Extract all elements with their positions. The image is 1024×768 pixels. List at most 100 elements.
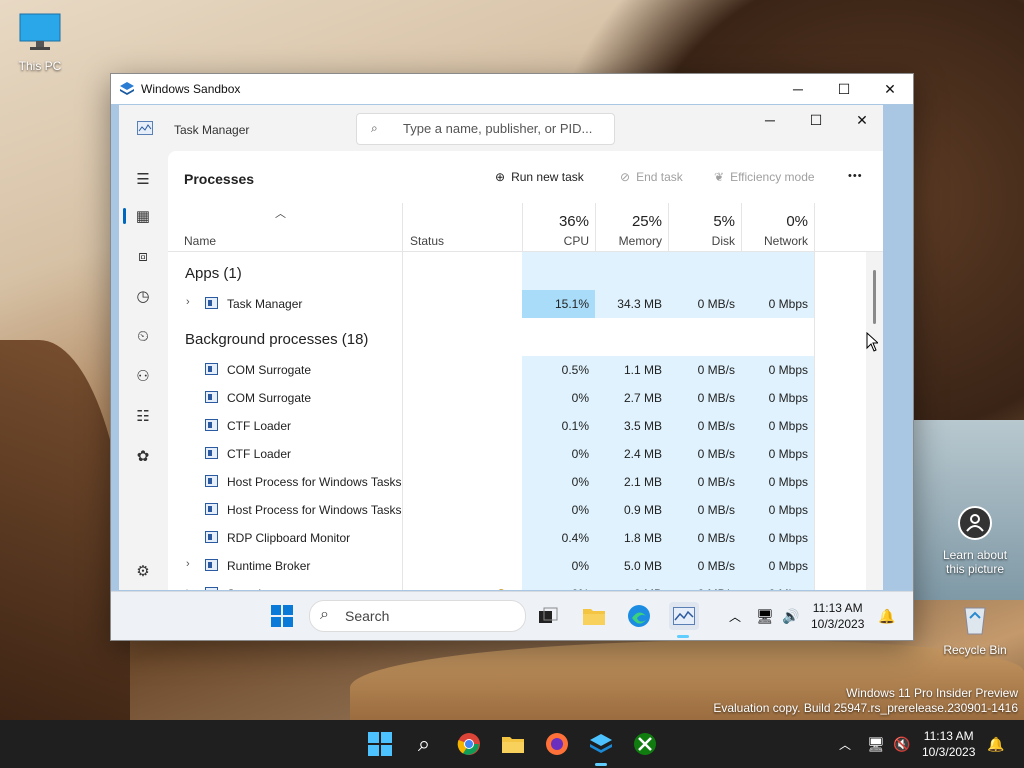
- background-process-row[interactable]: RDP Clipboard Monitor 0.4% 1.8 MB 0 MB/s 0 M…: [168, 524, 883, 552]
- network-column-header[interactable]: 0% Network: [741, 203, 814, 251]
- process-name: CTF Loader: [227, 447, 292, 461]
- sandbox-maximize-button[interactable]: ☐: [821, 74, 867, 104]
- sandbox-titlebar[interactable]: Windows Sandbox ─ ☐ ✕: [111, 74, 913, 104]
- disk-column-header[interactable]: 5% Disk: [668, 203, 741, 251]
- process-disk-cell: 0 MB/s: [668, 552, 741, 580]
- background-group-header: Background processes (18): [185, 331, 369, 348]
- network-status-icon[interactable]: 🖥: [751, 602, 779, 630]
- search-icon[interactable]: ⌕: [410, 730, 438, 758]
- background-process-row[interactable]: Host Process for Windows Tasks 0% 0.9 MB 0 …: [168, 496, 883, 524]
- process-name: Runtime Broker: [227, 559, 311, 573]
- background-process-row[interactable]: › Search 0%0 MB0 MB/s0 Mbps ◍: [168, 580, 883, 590]
- expand-chevron-icon[interactable]: ›: [186, 586, 190, 590]
- sandbox-app-icon: [119, 81, 135, 100]
- app-history-nav-icon[interactable]: ◷: [127, 280, 159, 312]
- end-task-button[interactable]: ⊘ End task: [620, 170, 683, 184]
- tm-close-button[interactable]: ✕: [839, 105, 885, 135]
- chevron-up-icon[interactable]: ︿: [831, 730, 859, 758]
- settings-nav-icon[interactable]: ⚙: [127, 555, 159, 587]
- file-explorer-icon[interactable]: [580, 602, 608, 630]
- vertical-scrollbar[interactable]: [866, 252, 883, 590]
- task-view-icon[interactable]: [534, 602, 562, 630]
- task-manager-taskbar-icon[interactable]: [669, 602, 699, 638]
- process-icon: [205, 419, 218, 431]
- run-new-task-button[interactable]: ⊕ Run new task: [495, 170, 584, 184]
- volume-icon[interactable]: 🔊: [777, 602, 805, 630]
- process-mem-cell: 1.8 MB: [595, 524, 668, 552]
- notification-bell-icon[interactable]: 🔔: [873, 602, 901, 630]
- chrome-icon[interactable]: [455, 730, 483, 758]
- sandbox-start-button[interactable]: [268, 602, 296, 630]
- name-column-header[interactable]: Name: [184, 234, 216, 248]
- cpu-column-header[interactable]: 36% CPU: [522, 203, 595, 251]
- process-disk-cell: 0 MB/s: [668, 384, 741, 412]
- windows-sandbox-taskbar-icon[interactable]: [587, 730, 615, 766]
- efficiency-mode-button[interactable]: ❦ Efficiency mode: [714, 170, 815, 184]
- sandbox-search-label: Search: [345, 608, 390, 624]
- process-net-cell: 0 Mbps: [741, 580, 814, 590]
- volume-muted-icon[interactable]: 🔇: [888, 730, 916, 758]
- memory-column-header[interactable]: 25% Memory: [595, 203, 668, 251]
- process-cpu-cell: 0%: [522, 496, 595, 524]
- tm-search-input[interactable]: ⌕ Type a name, publisher, or PID...: [356, 113, 615, 145]
- tm-titlebar[interactable]: Task Manager ⌕ Type a name, publisher, o…: [119, 105, 883, 151]
- more-options-button[interactable]: •••: [848, 170, 863, 182]
- process-mem-cell: 2.4 MB: [595, 440, 668, 468]
- chevron-up-icon[interactable]: ︿: [721, 602, 749, 630]
- watermark-line1: Windows 11 Pro Insider Preview: [846, 686, 1018, 700]
- process-cpu-cell: 0%: [522, 440, 595, 468]
- evaluation-watermark: Windows 11 Pro Insider Preview Evaluatio…: [713, 686, 1018, 716]
- edge-browser-icon[interactable]: [625, 602, 653, 630]
- learn-picture-label: Learn about this picture: [942, 548, 1008, 576]
- performance-nav-icon[interactable]: ⧈: [127, 240, 159, 272]
- background-process-row[interactable]: › Runtime Broker 0% 5.0 MB 0 MB/s 0 Mbps: [168, 552, 883, 580]
- process-disk-cell: 0 MB/s: [668, 524, 741, 552]
- xbox-icon[interactable]: [631, 730, 659, 758]
- background-process-row[interactable]: COM Surrogate 0.5% 1.1 MB 0 MB/s 0 Mbps: [168, 356, 883, 384]
- process-icon: [205, 587, 218, 590]
- network-status-icon[interactable]: 🖥: [862, 730, 890, 758]
- tm-minimize-button[interactable]: ─: [747, 105, 793, 135]
- sandbox-close-button[interactable]: ✕: [867, 74, 913, 104]
- end-task-label: End task: [636, 170, 683, 184]
- notification-bell-icon[interactable]: 🔔: [982, 730, 1010, 758]
- status-column-header[interactable]: Status: [402, 203, 522, 251]
- expand-chevron-icon[interactable]: ›: [186, 558, 190, 570]
- process-cpu-cell: 0%: [522, 580, 595, 590]
- hamburger-menu-icon[interactable]: ☰: [127, 163, 159, 195]
- app-process-row[interactable]: › Task Manager 15.1% 34.3 MB 0 MB/s 0 Mbps: [168, 290, 883, 318]
- process-net-cell: 0 Mbps: [741, 552, 814, 580]
- tm-maximize-button[interactable]: ☐: [793, 105, 839, 135]
- task-manager-app-icon: [137, 121, 153, 138]
- learn-picture-desktop-icon[interactable]: Learn about this picture: [935, 505, 1015, 576]
- extra-column-header: [814, 203, 883, 251]
- processes-page: Processes ⊕ Run new task ⊘ End task ❦ Ef…: [168, 151, 883, 590]
- services-nav-icon[interactable]: ✿: [127, 440, 159, 472]
- process-name: COM Surrogate: [227, 363, 312, 377]
- background-process-row[interactable]: CTF Loader 0% 2.4 MB 0 MB/s 0 Mbps: [168, 440, 883, 468]
- background-process-row[interactable]: COM Surrogate 0% 2.7 MB 0 MB/s 0 Mbps: [168, 384, 883, 412]
- memory-column-label: Memory: [618, 234, 662, 248]
- command-bar: Processes ⊕ Run new task ⊘ End task ❦ Ef…: [168, 151, 883, 203]
- sandbox-taskbar-search[interactable]: ⌕ Search: [309, 600, 526, 632]
- processes-nav-icon[interactable]: ▦: [127, 200, 159, 232]
- host-time: 11:13 AM: [923, 729, 974, 743]
- start-button[interactable]: [366, 730, 394, 758]
- users-nav-icon[interactable]: ⚇: [127, 360, 159, 392]
- expand-chevron-icon[interactable]: ›: [186, 296, 190, 308]
- this-pc-desktop-icon[interactable]: This PC: [0, 12, 80, 73]
- firefox-icon[interactable]: [543, 730, 571, 758]
- scrollbar-thumb[interactable]: [873, 270, 876, 324]
- sandbox-minimize-button[interactable]: ─: [775, 74, 821, 104]
- recycle-bin-desktop-icon[interactable]: Recycle Bin: [935, 600, 1015, 657]
- camera-icon: [935, 505, 1015, 544]
- task-manager-window: Task Manager ⌕ Type a name, publisher, o…: [119, 105, 883, 590]
- host-clock[interactable]: 11:13 AM 10/3/2023: [922, 728, 975, 760]
- background-process-row[interactable]: CTF Loader 0.1% 3.5 MB 0 MB/s 0 Mbps: [168, 412, 883, 440]
- startup-apps-nav-icon[interactable]: ⏲: [127, 320, 159, 352]
- details-nav-icon[interactable]: ☷: [127, 400, 159, 432]
- sandbox-clock[interactable]: 11:13 AM 10/3/2023: [811, 600, 864, 632]
- process-icon: [205, 475, 218, 487]
- background-process-row[interactable]: Host Process for Windows Tasks 0% 2.1 MB 0 …: [168, 468, 883, 496]
- file-explorer-icon[interactable]: [499, 730, 527, 758]
